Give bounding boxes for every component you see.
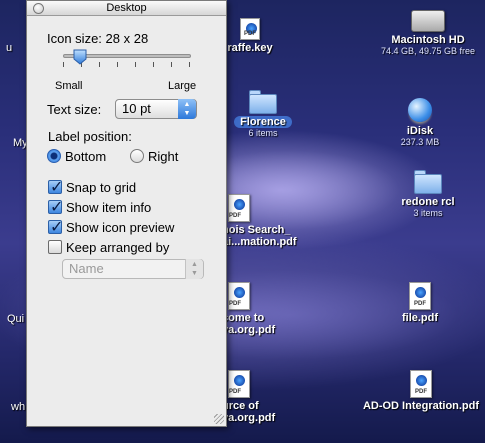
icon-label: AD-OD Integration.pdf xyxy=(362,400,480,412)
ad-od-integration-icon[interactable]: AD-OD Integration.pdf xyxy=(358,370,484,412)
text-size-label: Text size: xyxy=(47,102,102,117)
folder-icon xyxy=(414,170,442,194)
show-item-info-label[interactable]: Show item info xyxy=(66,200,151,215)
florence-folder[interactable]: Florence 6 items xyxy=(228,90,298,138)
icon-label-selected: Florence xyxy=(234,116,292,128)
label-bottom-radio[interactable] xyxy=(47,149,61,163)
icon-size-label: Icon size: 28 x 28 xyxy=(47,31,149,46)
label-right-radio[interactable] xyxy=(130,149,144,163)
icon-info: 237.3 MB xyxy=(400,137,440,147)
snap-to-grid-label[interactable]: Snap to grid xyxy=(66,180,136,195)
icon-label: iDisk xyxy=(406,125,434,137)
snap-to-grid-checkbox[interactable] xyxy=(48,177,63,197)
pdf-document-icon xyxy=(410,370,432,398)
slider-min-label: Small xyxy=(55,80,83,92)
source-pdf-icon[interactable]: urce of ya.org.pdf xyxy=(222,370,302,424)
window-titlebar[interactable]: Desktop xyxy=(27,1,226,16)
desktop-view-options-window: Desktop Icon size: 28 x 28 Small Large T… xyxy=(26,0,227,427)
label-right-text[interactable]: Right xyxy=(148,149,178,164)
icon-label: redone rcl xyxy=(401,196,455,208)
icon-label-line1: urce of xyxy=(222,400,259,412)
popup-arrows-icon: ▲ ▼ xyxy=(185,259,203,279)
whois-search-pdf-icon[interactable]: hois Search_ ai...mation.pdf xyxy=(222,194,312,248)
icon-label: Macintosh HD xyxy=(391,34,465,46)
popup-arrows-icon: ▲ ▼ xyxy=(178,99,196,119)
resize-grip-icon[interactable] xyxy=(214,414,224,424)
arrange-by-popup[interactable]: Name ▲ ▼ xyxy=(62,259,204,279)
icon-label-line2: ai...mation.pdf xyxy=(222,236,297,248)
show-icon-preview-checkbox[interactable] xyxy=(48,217,63,237)
label-position-label: Label position: xyxy=(48,129,132,144)
welcome-pdf-icon[interactable]: come to ya.org.pdf xyxy=(222,282,302,336)
idisk-icon[interactable]: iDisk 237.3 MB xyxy=(370,98,470,147)
keynote-document-icon xyxy=(240,18,260,40)
label-bottom-text[interactable]: Bottom xyxy=(65,149,106,164)
file-pdf-icon[interactable]: file.pdf xyxy=(380,282,460,324)
icon-size-value: 28 x 28 xyxy=(105,31,149,46)
window-title: Desktop xyxy=(106,2,147,14)
show-icon-preview-label[interactable]: Show icon preview xyxy=(66,220,174,235)
icon-label: file.pdf xyxy=(401,312,439,324)
arrange-by-value: Name xyxy=(69,261,104,276)
pdf-document-icon xyxy=(228,194,250,222)
icon-label-line1: come to xyxy=(222,312,265,324)
pdf-document-icon xyxy=(409,282,431,310)
pdf-document-icon xyxy=(228,282,250,310)
keep-arranged-by-label[interactable]: Keep arranged by xyxy=(66,240,169,255)
folder-icon xyxy=(249,90,277,114)
desktop-edge-text: wh xyxy=(11,401,26,413)
icon-label: raffe.key xyxy=(227,42,273,54)
redone-rcl-folder[interactable]: redone rcl 3 items xyxy=(378,170,478,218)
show-item-info-checkbox[interactable] xyxy=(48,197,63,217)
icon-label-line2: ya.org.pdf xyxy=(222,412,276,424)
desktop-edge-text: Qui xyxy=(7,313,25,325)
slider-max-label: Large xyxy=(168,80,197,92)
text-size-popup[interactable]: 10 pt ▲ ▼ xyxy=(115,99,197,119)
icon-label-line1: hois Search_ xyxy=(222,224,291,236)
icon-info: 6 items xyxy=(248,128,278,138)
macintosh-hd-icon[interactable]: Macintosh HD 74.4 GB, 49.75 GB free xyxy=(368,10,485,56)
icon-info: 74.4 GB, 49.75 GB free xyxy=(380,46,476,56)
keep-arranged-by-checkbox[interactable] xyxy=(48,240,62,254)
desktop-edge-text: u xyxy=(6,42,13,54)
icon-size-slider-thumb[interactable] xyxy=(73,49,87,65)
idisk-globe-icon xyxy=(408,98,432,122)
text-size-value: 10 pt xyxy=(122,101,151,116)
icon-info: 3 items xyxy=(413,208,443,218)
hard-drive-icon xyxy=(411,10,445,32)
icon-label-line2: ya.org.pdf xyxy=(222,324,276,336)
pdf-document-icon xyxy=(228,370,250,398)
giraffe-key-icon[interactable]: raffe.key xyxy=(220,18,280,54)
